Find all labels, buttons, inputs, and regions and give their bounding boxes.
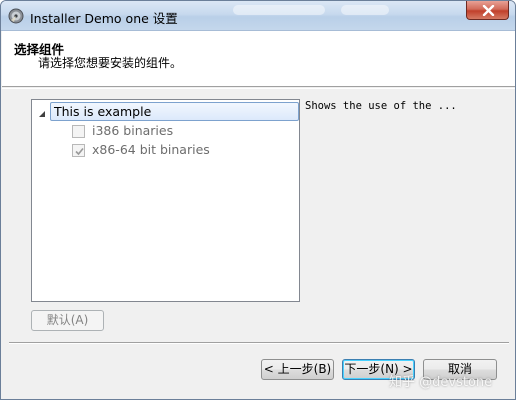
watermark: 知乎 @devstone: [389, 375, 493, 390]
i386-label: i386 binaries: [92, 123, 174, 138]
title-bar[interactable]: Installer Demo one 设置: [1, 1, 515, 31]
installer-window: Installer Demo one 设置 选择组件 请选择您想要安装的组件。 …: [0, 0, 516, 400]
close-icon: [482, 5, 495, 16]
component-tree[interactable]: This is example i386 binaries x86-64 bit…: [31, 99, 300, 302]
back-button[interactable]: < 上一步(B): [261, 359, 334, 380]
installer-disc-icon: [8, 8, 24, 24]
header-divider: [2, 88, 515, 89]
footer-divider-highlight: [9, 343, 509, 344]
component-description: Shows the use of the ...: [305, 100, 457, 112]
i386-checkbox[interactable]: [72, 125, 85, 138]
window-title: Installer Demo one 设置: [30, 11, 178, 26]
tree-root-node[interactable]: This is example: [50, 102, 299, 121]
default-button[interactable]: 默认(A): [31, 310, 104, 331]
checkmark-icon: [75, 147, 84, 156]
title-bar-blur: [341, 5, 389, 15]
tree-expanded-triangle-icon[interactable]: [38, 107, 46, 117]
page-header: 选择组件 请选择您想要安装的组件。: [2, 31, 515, 87]
title-bar-blur: [233, 5, 325, 15]
page-subtitle: 请选择您想要安装的组件。: [38, 56, 183, 70]
x86-64-label: x86-64 bit binaries: [92, 142, 210, 157]
close-button[interactable]: [466, 1, 509, 20]
x86-64-checkbox[interactable]: [72, 144, 85, 157]
